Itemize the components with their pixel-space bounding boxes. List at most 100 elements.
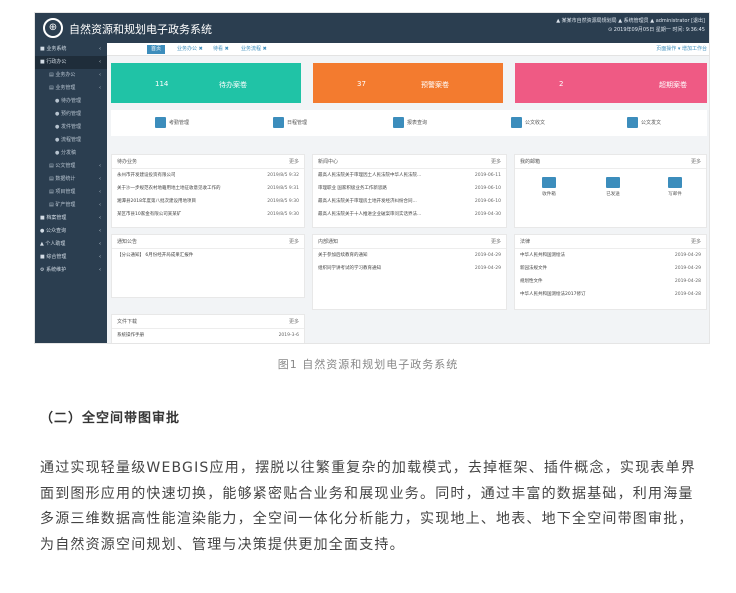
- sidebar-item[interactable]: ● 分发稿: [35, 147, 107, 160]
- panel-title: 通知公告: [117, 239, 138, 245]
- more-link[interactable]: 更多: [691, 155, 701, 169]
- list-item[interactable]: 组织同学讲考试的学习教育通知 2019-04-29: [313, 262, 506, 275]
- quick-link-label: 公文发文: [641, 120, 662, 126]
- sidebar-item[interactable]: ● 待办管理: [35, 95, 107, 108]
- list-item[interactable]: 最高人民法院关于审理房土地开发经济纠纷合同... 2019-06-10: [313, 195, 506, 208]
- quick-links: 考勤管理 日程管理 报表查询 公文收文 公文发文: [111, 110, 707, 136]
- list-item-date: 2019-04-30: [474, 212, 501, 217]
- list-item[interactable]: 系统操作手册 2019-3-6: [112, 329, 304, 342]
- list-item[interactable]: 湘潭县2018年度第八批次建设用地项目 2019/8/5 9:30: [112, 195, 304, 208]
- list-item[interactable]: 中华人民共和国测绘法2017修订 2019-04-28: [515, 288, 706, 301]
- panel-header: 法律 更多: [515, 235, 706, 249]
- tab-bar: 首页 业务办公 ✖ 待看 ✖ 业务流程 ✖ 页面操作 ▾ 增加工作台: [107, 43, 709, 56]
- quick-link-reports[interactable]: 报表查询: [393, 117, 427, 129]
- list-item[interactable]: 中华人民共和国测绘法 2019-04-29: [515, 249, 706, 262]
- sidebar-item[interactable]: ● 公众查询 ‹: [35, 225, 107, 238]
- mail-sent[interactable]: 已发送: [593, 177, 633, 197]
- sidebar-item[interactable]: ● 发件管理: [35, 121, 107, 134]
- quick-link-label: 考勤管理: [169, 120, 190, 126]
- list-item[interactable]: 关于参加后续教育的通知 2019-04-29: [313, 249, 506, 262]
- sidebar-item[interactable]: ■ 行政办公 ‹: [35, 56, 107, 69]
- list-item-date: 2019-04-28: [674, 279, 701, 284]
- list-item[interactable]: 某区市县10家金有限公司某某矿 2019/8/5 9:30: [112, 208, 304, 221]
- list-item-text: 规划性文件: [520, 279, 543, 284]
- sidebar-item[interactable]: ▤ 业务办公 ‹: [35, 69, 107, 82]
- tab-business[interactable]: 业务办公 ✖: [173, 45, 207, 54]
- sidebar-item[interactable]: ▤ 项目管理 ‹: [35, 186, 107, 199]
- more-link[interactable]: 更多: [491, 155, 501, 169]
- quick-link-inbox-doc[interactable]: 公文收文: [511, 117, 545, 129]
- page-actions[interactable]: 页面操作 ▾ 增加工作台: [656, 45, 707, 54]
- more-link[interactable]: 更多: [289, 155, 299, 169]
- sidebar-item-label: ● 分发稿: [55, 150, 76, 156]
- list-item[interactable]: 规划性文件 2019-04-28: [515, 275, 706, 288]
- chevron-left-icon: ‹: [99, 215, 101, 221]
- stat-warning[interactable]: 37 预警案卷: [313, 63, 503, 103]
- sidebar-item[interactable]: ■ 业务系统 ‹: [35, 43, 107, 56]
- list-item[interactable]: 关于沙一步规范农村地籍用地土地征收意见收工作的 2019/8/5 9:31: [112, 182, 304, 195]
- chevron-left-icon: ‹: [99, 267, 101, 273]
- quick-link-outbox-doc[interactable]: 公文发文: [627, 117, 661, 129]
- sidebar-item-label: ▤ 矿产管理: [49, 202, 76, 208]
- list-item[interactable]: 最高人民法院关于十人推进企业破案审问实话界法... 2019-04-30: [313, 208, 506, 221]
- list-item[interactable]: 新园法规文件 2019-04-29: [515, 262, 706, 275]
- tab-todo[interactable]: 待看 ✖: [209, 45, 233, 54]
- sidebar-item-label: ▲ 个人助理: [40, 241, 66, 247]
- list-item-text: 中华人民共和国测绘法: [520, 253, 565, 258]
- stat-label: 待办案卷: [219, 81, 247, 89]
- chevron-left-icon: ‹: [99, 163, 101, 169]
- quick-link-attendance[interactable]: 考勤管理: [155, 117, 189, 129]
- sidebar-item-label: ■ 综合管理: [40, 254, 67, 260]
- sidebar-item[interactable]: ▲ 个人助理 ‹: [35, 238, 107, 251]
- list-item[interactable]: 审理职业 国家积极业务工作新思路 2019-06-10: [313, 182, 506, 195]
- list-item-text: 新园法规文件: [520, 266, 547, 271]
- sidebar-item[interactable]: ■ 综合管理 ‹: [35, 251, 107, 264]
- quick-link-label: 日程管理: [287, 120, 308, 126]
- sidebar-item[interactable]: ⚙ 系统维护 ‹: [35, 264, 107, 277]
- top-header: ⊕ 自然资源和规划电子政务系统 ▲ 某某市自然资源局规划局 ▲ 系统管理员 ▲ …: [35, 13, 709, 43]
- sidebar-item[interactable]: ▤ 矿产管理 ‹: [35, 199, 107, 212]
- list-item-date: 2019/8/5 9:30: [267, 212, 299, 217]
- panel-header: 文件下载 更多: [112, 315, 304, 329]
- panel-title: 我的邮箱: [520, 159, 541, 165]
- sidebar-item[interactable]: ▤ 数据统计 ‹: [35, 173, 107, 186]
- calendar-icon: [273, 117, 284, 128]
- sent-icon: [606, 177, 620, 188]
- sidebar-item[interactable]: ■ 档案管理 ‹: [35, 212, 107, 225]
- list-item[interactable]: 永州市开发建设投资有限公司 2019/8/5 9:32: [112, 169, 304, 182]
- tab-home[interactable]: 首页: [147, 45, 166, 54]
- list-item[interactable]: 最高人民法院关于审理因土人民法院中华人民法院... 2019-06-11: [313, 169, 506, 182]
- stat-overdue[interactable]: 2 超期案卷: [515, 63, 707, 103]
- chevron-left-icon: ‹: [99, 85, 101, 91]
- more-link[interactable]: 更多: [289, 235, 299, 249]
- chevron-left-icon: ‹: [99, 176, 101, 182]
- stat-todo[interactable]: 114 待办案卷: [111, 63, 301, 103]
- section-heading: （二）全空间带图审批: [40, 411, 181, 426]
- list-item-text: 最高人民法院关于十人推进企业破案审问实话界法...: [318, 212, 422, 217]
- sidebar-item-label: ⚙ 系统维护: [40, 267, 67, 273]
- tab-process[interactable]: 业务流程 ✖: [237, 45, 271, 54]
- list-item-text: 某区市县10家金有限公司某某矿: [117, 212, 182, 217]
- user-info-line[interactable]: ▲ 某某市自然资源局规划局 ▲ 系统管理员 ▲ administrator [退…: [556, 17, 705, 26]
- more-link[interactable]: 更多: [691, 235, 701, 249]
- sidebar-item[interactable]: ● 预约管理: [35, 108, 107, 121]
- chevron-left-icon: ‹: [99, 72, 101, 78]
- panel-title: 内部通知: [318, 239, 339, 245]
- figure-caption: 图1 自然资源和规划电子政务系统: [277, 358, 459, 371]
- stat-label: 超期案卷: [659, 81, 687, 89]
- list-item[interactable]: 【分公通知】 6月份经开局成果汇报件: [112, 249, 304, 262]
- more-link[interactable]: 更多: [289, 315, 299, 329]
- quick-link-schedule[interactable]: 日程管理: [273, 117, 307, 129]
- chevron-left-icon: ‹: [99, 46, 101, 52]
- mail-label: 已发送: [606, 192, 620, 197]
- chevron-left-icon: ‹: [99, 189, 101, 195]
- sidebar-item[interactable]: ● 流程管理: [35, 134, 107, 147]
- stat-value: 37: [357, 80, 366, 88]
- mail-compose[interactable]: 写邮件: [655, 177, 695, 197]
- document-in-icon: [511, 117, 522, 128]
- sidebar-item[interactable]: ▤ 业务管理 ‹: [35, 82, 107, 95]
- list-item-date: 2019-3-6: [278, 333, 299, 338]
- sidebar-item[interactable]: ▤ 公文管理 ‹: [35, 160, 107, 173]
- mail-inbox[interactable]: 收件箱: [529, 177, 569, 197]
- more-link[interactable]: 更多: [491, 235, 501, 249]
